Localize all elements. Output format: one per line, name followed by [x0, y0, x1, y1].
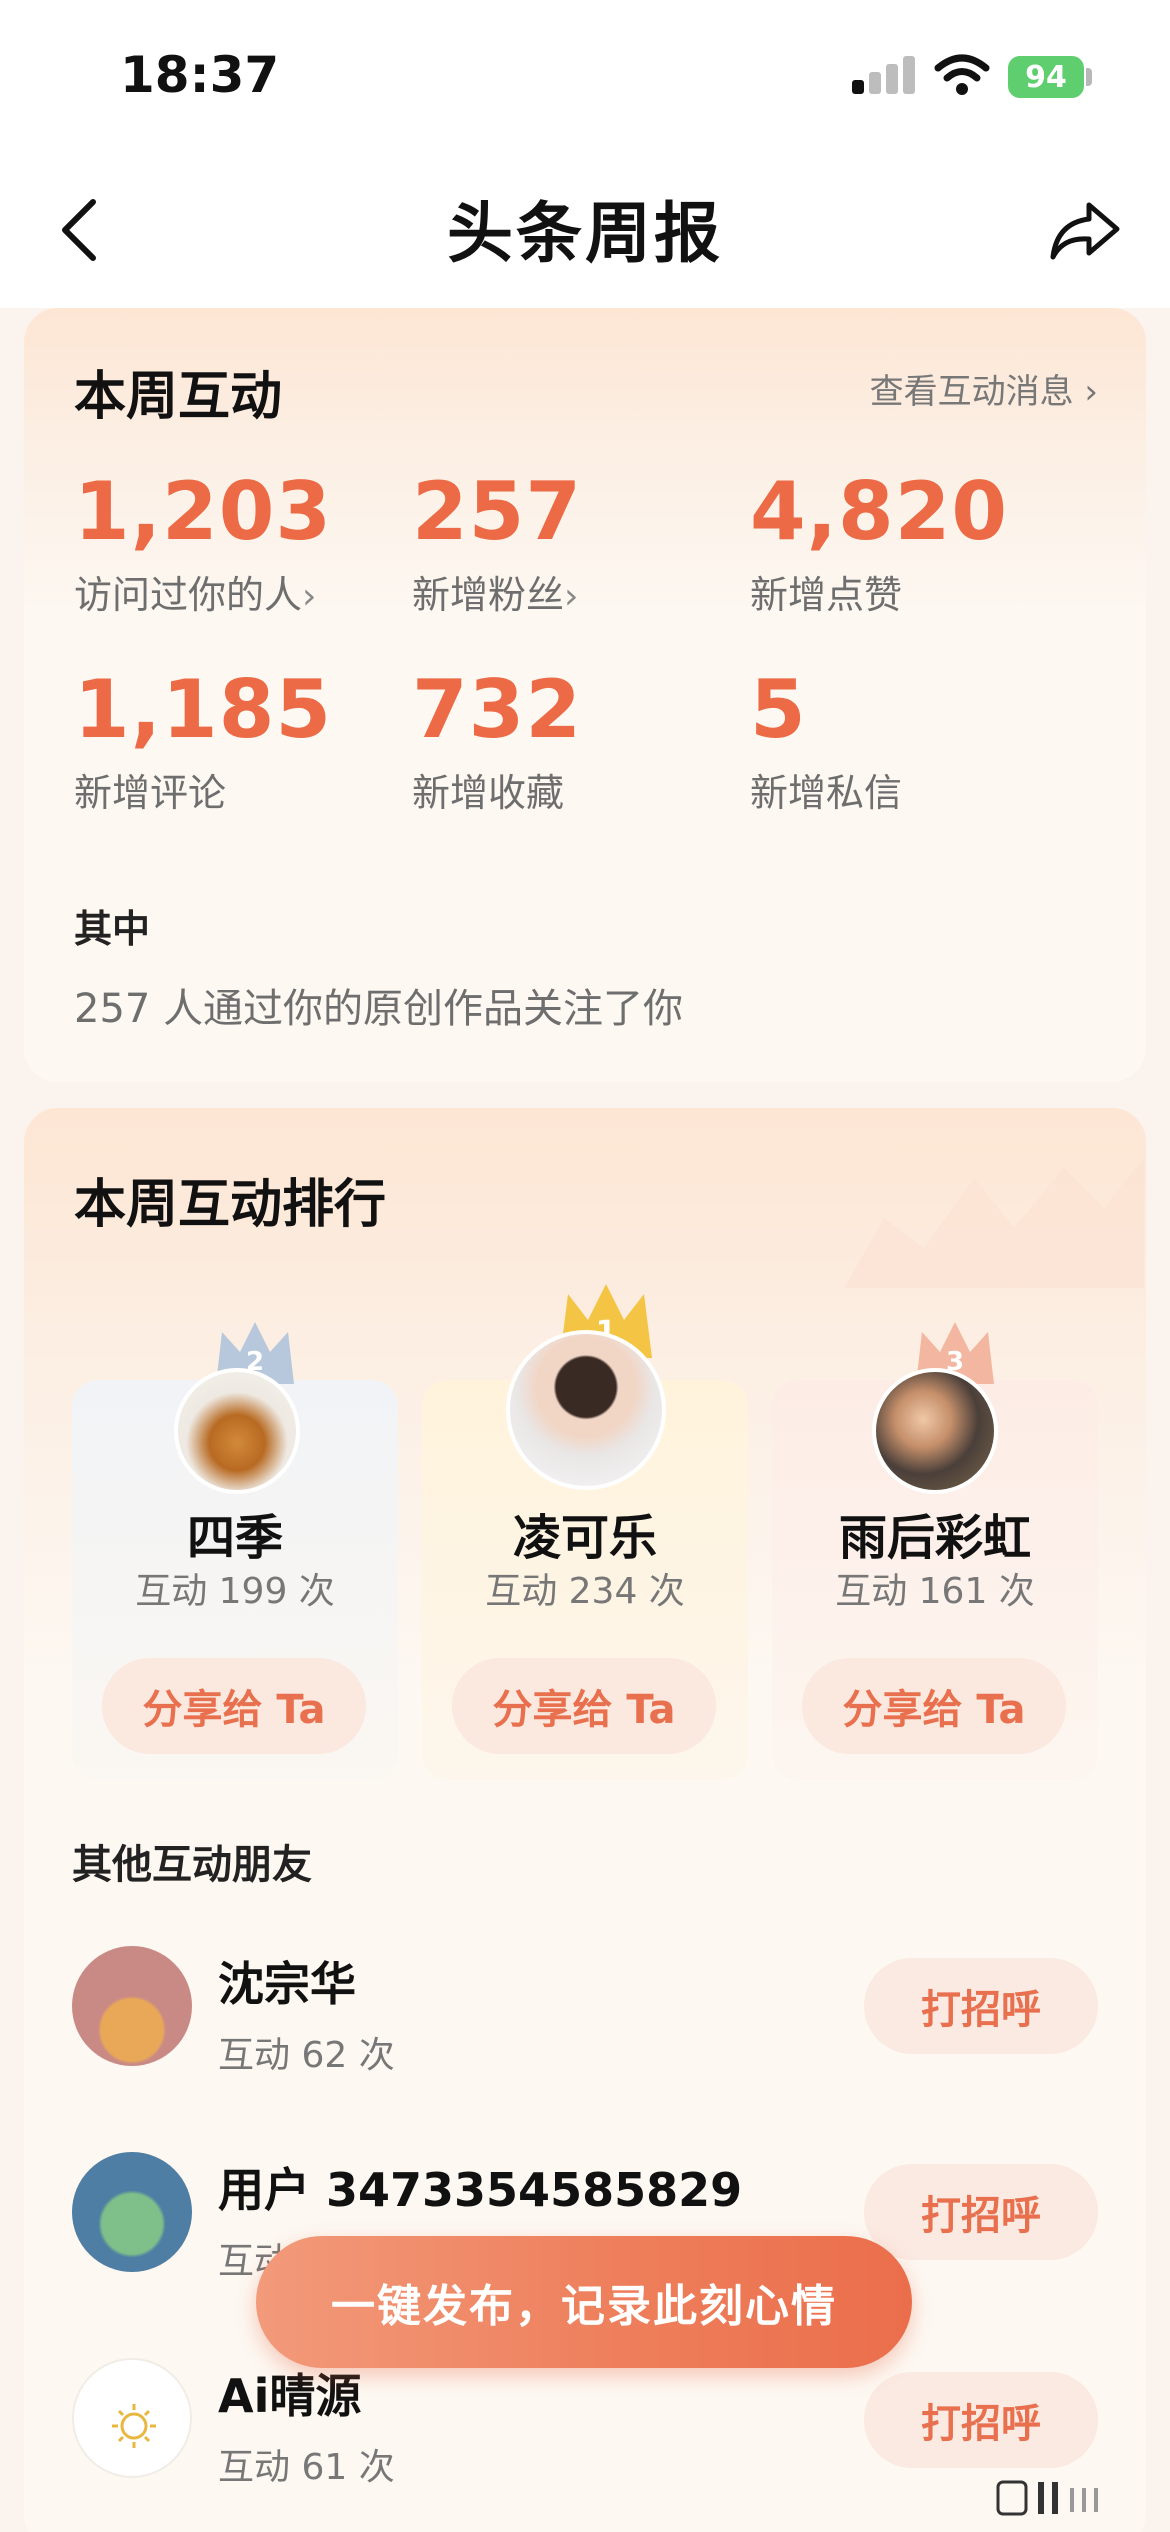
stat-label-text: 新增粉丝: [412, 573, 565, 617]
other-friends-label: 其他互动朋友: [72, 1842, 312, 1888]
share-icon: [1050, 202, 1120, 260]
friend-name: 沈宗华: [218, 1957, 356, 2011]
stat-value: 732: [412, 663, 582, 756]
stat-followers[interactable]: 257 新增粉丝›: [412, 464, 742, 619]
stat-likes: 4,820 新增点赞: [750, 464, 1080, 619]
share-to-button[interactable]: 分享给 Ta: [452, 1658, 716, 1754]
say-hi-button[interactable]: 打招呼: [864, 1958, 1098, 2054]
stat-label-text: 新增评论: [74, 771, 227, 815]
status-time: 18:37: [120, 46, 280, 104]
rank-name: 凌可乐: [512, 1510, 657, 1566]
quick-post-button[interactable]: 一键发布，记录此刻心情: [256, 2236, 912, 2368]
stat-label-text: 访问过你的人: [74, 573, 303, 617]
avatar[interactable]: [506, 1330, 666, 1490]
page-title: 头条周报: [447, 195, 723, 272]
weekly-interaction-card: 本周互动 查看互动消息 › 1,203 访问过你的人› 257 新增粉丝› 4,…: [24, 308, 1146, 1082]
stat-comments: 1,185 新增评论: [74, 662, 404, 817]
ranking-title: 本周互动排行: [74, 1175, 387, 1235]
stat-label-text: 新增私信: [750, 771, 903, 815]
stat-value: 4,820: [750, 465, 1009, 558]
page-indicator-icon: [996, 2480, 1098, 2516]
avatar[interactable]: [72, 2152, 192, 2272]
view-messages-link[interactable]: 查看互动消息 ›: [870, 364, 1098, 413]
nav-bar: 头条周报: [0, 150, 1170, 308]
stat-label: 新增私信: [750, 762, 1080, 817]
avatar[interactable]: [174, 1368, 300, 1494]
battery-nub: [1086, 68, 1092, 86]
stat-label: 新增粉丝›: [412, 564, 742, 619]
weekly-title: 本周互动: [74, 367, 283, 427]
battery-level: 94: [1025, 59, 1067, 95]
stat-label: 新增收藏: [412, 762, 742, 817]
stat-label: 新增评论: [74, 762, 404, 817]
rank-count: 互动 199 次: [135, 1571, 335, 1612]
sun-icon: [112, 2404, 156, 2448]
rank-name: 四季: [186, 1510, 283, 1566]
stat-label: 访问过你的人›: [74, 564, 404, 619]
rank-name: 雨后彩虹: [838, 1510, 1031, 1566]
stat-label-text: 新增点赞: [750, 573, 903, 617]
share-button[interactable]: [1040, 190, 1130, 270]
avatar[interactable]: [72, 1946, 192, 2066]
friend-name: Ai晴源: [218, 2369, 362, 2423]
battery-icon: 94: [1008, 56, 1084, 98]
share-to-button[interactable]: 分享给 Ta: [802, 1658, 1066, 1754]
stat-value: 257: [412, 465, 582, 558]
say-hi-button[interactable]: 打招呼: [864, 2372, 1098, 2468]
say-hi-button[interactable]: 打招呼: [864, 2164, 1098, 2260]
rank-count: 互动 161 次: [835, 1571, 1035, 1612]
chevron-right-icon: ›: [302, 576, 317, 617]
stat-favorites: 732 新增收藏: [412, 662, 742, 817]
wifi-icon: [934, 54, 990, 95]
stat-label-text: 新增收藏: [412, 771, 565, 815]
stat-value: 1,185: [74, 663, 333, 756]
cellular-signal-icon: [852, 56, 916, 94]
stat-messages: 5 新增私信: [750, 662, 1080, 817]
sub-text: 257 人通过你的原创作品关注了你: [74, 986, 684, 1032]
sub-title: 其中: [74, 907, 151, 951]
chevron-right-icon: ›: [564, 576, 579, 617]
avatar[interactable]: [872, 1368, 998, 1494]
rank-count: 互动 234 次: [485, 1571, 685, 1612]
stat-value: 5: [750, 663, 807, 756]
friend-name: 用户 3473354585829: [218, 2163, 743, 2217]
status-bar: 18:37 94: [0, 0, 1170, 150]
friend-count: 互动 62 次: [218, 2035, 395, 2076]
stat-visitors[interactable]: 1,203 访问过你的人›: [74, 464, 404, 619]
decorative-wave: [844, 1158, 1144, 1288]
stat-value: 1,203: [74, 465, 333, 558]
share-to-button[interactable]: 分享给 Ta: [102, 1658, 366, 1754]
stat-label: 新增点赞: [750, 564, 1080, 619]
avatar[interactable]: [72, 2358, 192, 2478]
friend-count: 互动 61 次: [218, 2447, 395, 2488]
